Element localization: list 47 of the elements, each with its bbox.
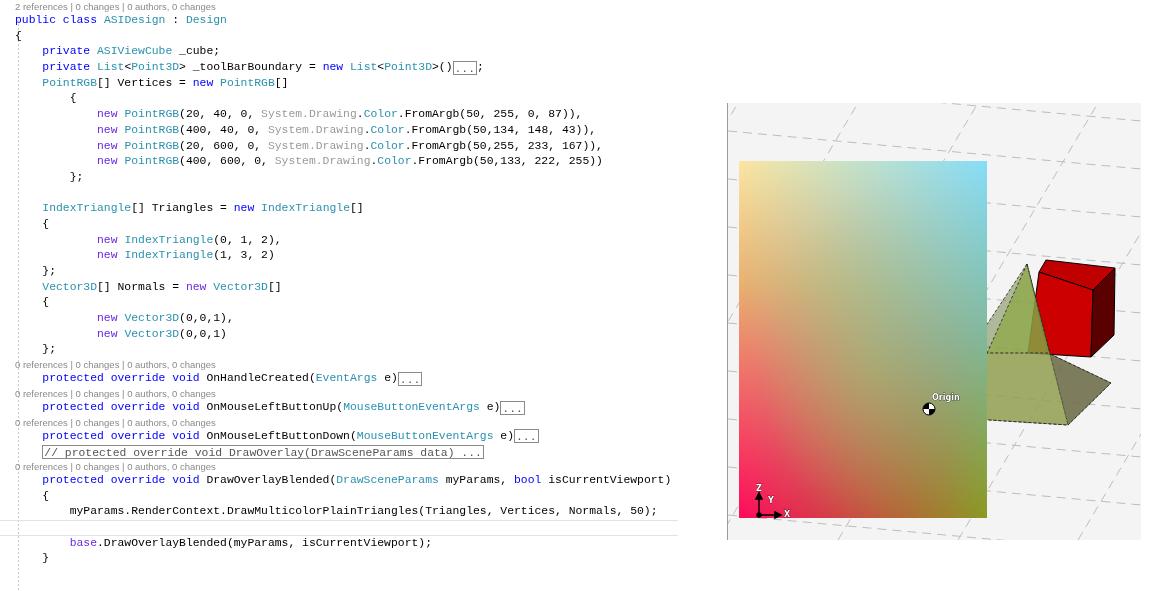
code-line: new PointRGB(20, 600, 0, System.Drawing.Color.FromArgb(50,255, 233, 167)), (97, 138, 603, 154)
collapsed-code-button[interactable]: ... (452, 60, 478, 75)
code-line: { (42, 295, 50, 311)
code-line: new Vector3D(0,0,1), (97, 311, 234, 327)
code-line: ; (477, 60, 484, 76)
code-line: new PointRGB(400, 40, 0, System.Drawing.Color.FromArgb(50,134, 148, 43)), (97, 122, 597, 138)
collapsed-code-button[interactable]: ... (500, 400, 525, 415)
code-line: } (42, 551, 50, 567)
code-line: protected override void DrawOverlayBlended(DrawSceneParams myParams, bool isCurrentViewport) (42, 472, 672, 488)
origin-marker-icon (922, 402, 936, 416)
collapsed-code-button[interactable]: // protected override void DrawOverlay(DrawSceneParams data) ... (42, 445, 484, 460)
code-line: myParams.RenderContext.DrawMulticolorPlainTriangles(Triangles, Vertices, Normals, 50); (69, 504, 658, 520)
code-lens-info[interactable]: 0 references | 0 changes | 0 authors, 0 changes (15, 358, 216, 372)
collapsed-code-button[interactable]: ... (397, 371, 423, 386)
axis-triad-icon (754, 491, 783, 520)
axis-label: X (784, 510, 791, 519)
code-line: new PointRGB(400, 600, 0, System.Drawing.Color.FromArgb(50,133, 222, 255)) (97, 154, 603, 170)
code-line: private ASIViewCube _cube; (42, 44, 221, 60)
code-line: IndexTriangle[] Triangles = new IndexTriangle[] (42, 201, 364, 217)
code-line: }; (42, 264, 56, 279)
code-line: { (42, 216, 50, 232)
code-line: new IndexTriangle(1, 3, 2) (97, 248, 275, 264)
code-line: new PointRGB(20, 40, 0, System.Drawing.Color.FromArgb(50, 255, 0, 87)), (97, 107, 583, 123)
code-line: }; (69, 169, 84, 185)
code-line: protected override void OnMouseLeftButtonDown(MouseButtonEventArgs e) (42, 428, 515, 444)
code-lens-info[interactable]: 2 references | 0 changes | 0 authors, 0 changes (15, 0, 216, 13)
code-line: public class ASIDesign : Design (15, 13, 227, 28)
3d-viewport[interactable]: Origin Z Y X (727, 103, 1141, 540)
code-lens-info[interactable]: 0 references | 0 changes | 0 authors, 0 changes (15, 415, 216, 429)
code-line: new Vector3D(0,0,1) (97, 326, 227, 342)
axis-label: Z (756, 484, 762, 493)
code-line: { (42, 488, 50, 504)
code-line: { (69, 91, 77, 107)
code-line: { (15, 28, 22, 44)
code-line: base.DrawOverlayBlended(myParams, isCurrentViewport); (69, 535, 432, 551)
code-line: }; (42, 342, 56, 358)
code-line: Vector3D[] Normals = new Vector3D[] (42, 279, 282, 295)
code-lens-info[interactable]: 0 references | 0 changes | 0 authors, 0 changes (15, 386, 216, 400)
axis-label: Y (768, 496, 774, 505)
origin-label: Origin (932, 393, 960, 402)
code-line: protected override void OnMouseLeftButtonUp(MouseButtonEventArgs e) (42, 399, 501, 415)
code-line: protected override void OnHandleCreated(EventArgs e) (42, 371, 398, 387)
code-line: private List<Point3D> _toolBarBoundary = new List<Point3D>() (42, 60, 453, 76)
collapsed-code-button[interactable]: ... (514, 429, 539, 444)
code-lens-info[interactable]: 0 references | 0 changes | 0 authors, 0 changes (15, 459, 216, 473)
code-line: new IndexTriangle(0, 1, 2), (97, 232, 282, 248)
code-line: PointRGB[] Vertices = new PointRGB[] (42, 75, 289, 91)
